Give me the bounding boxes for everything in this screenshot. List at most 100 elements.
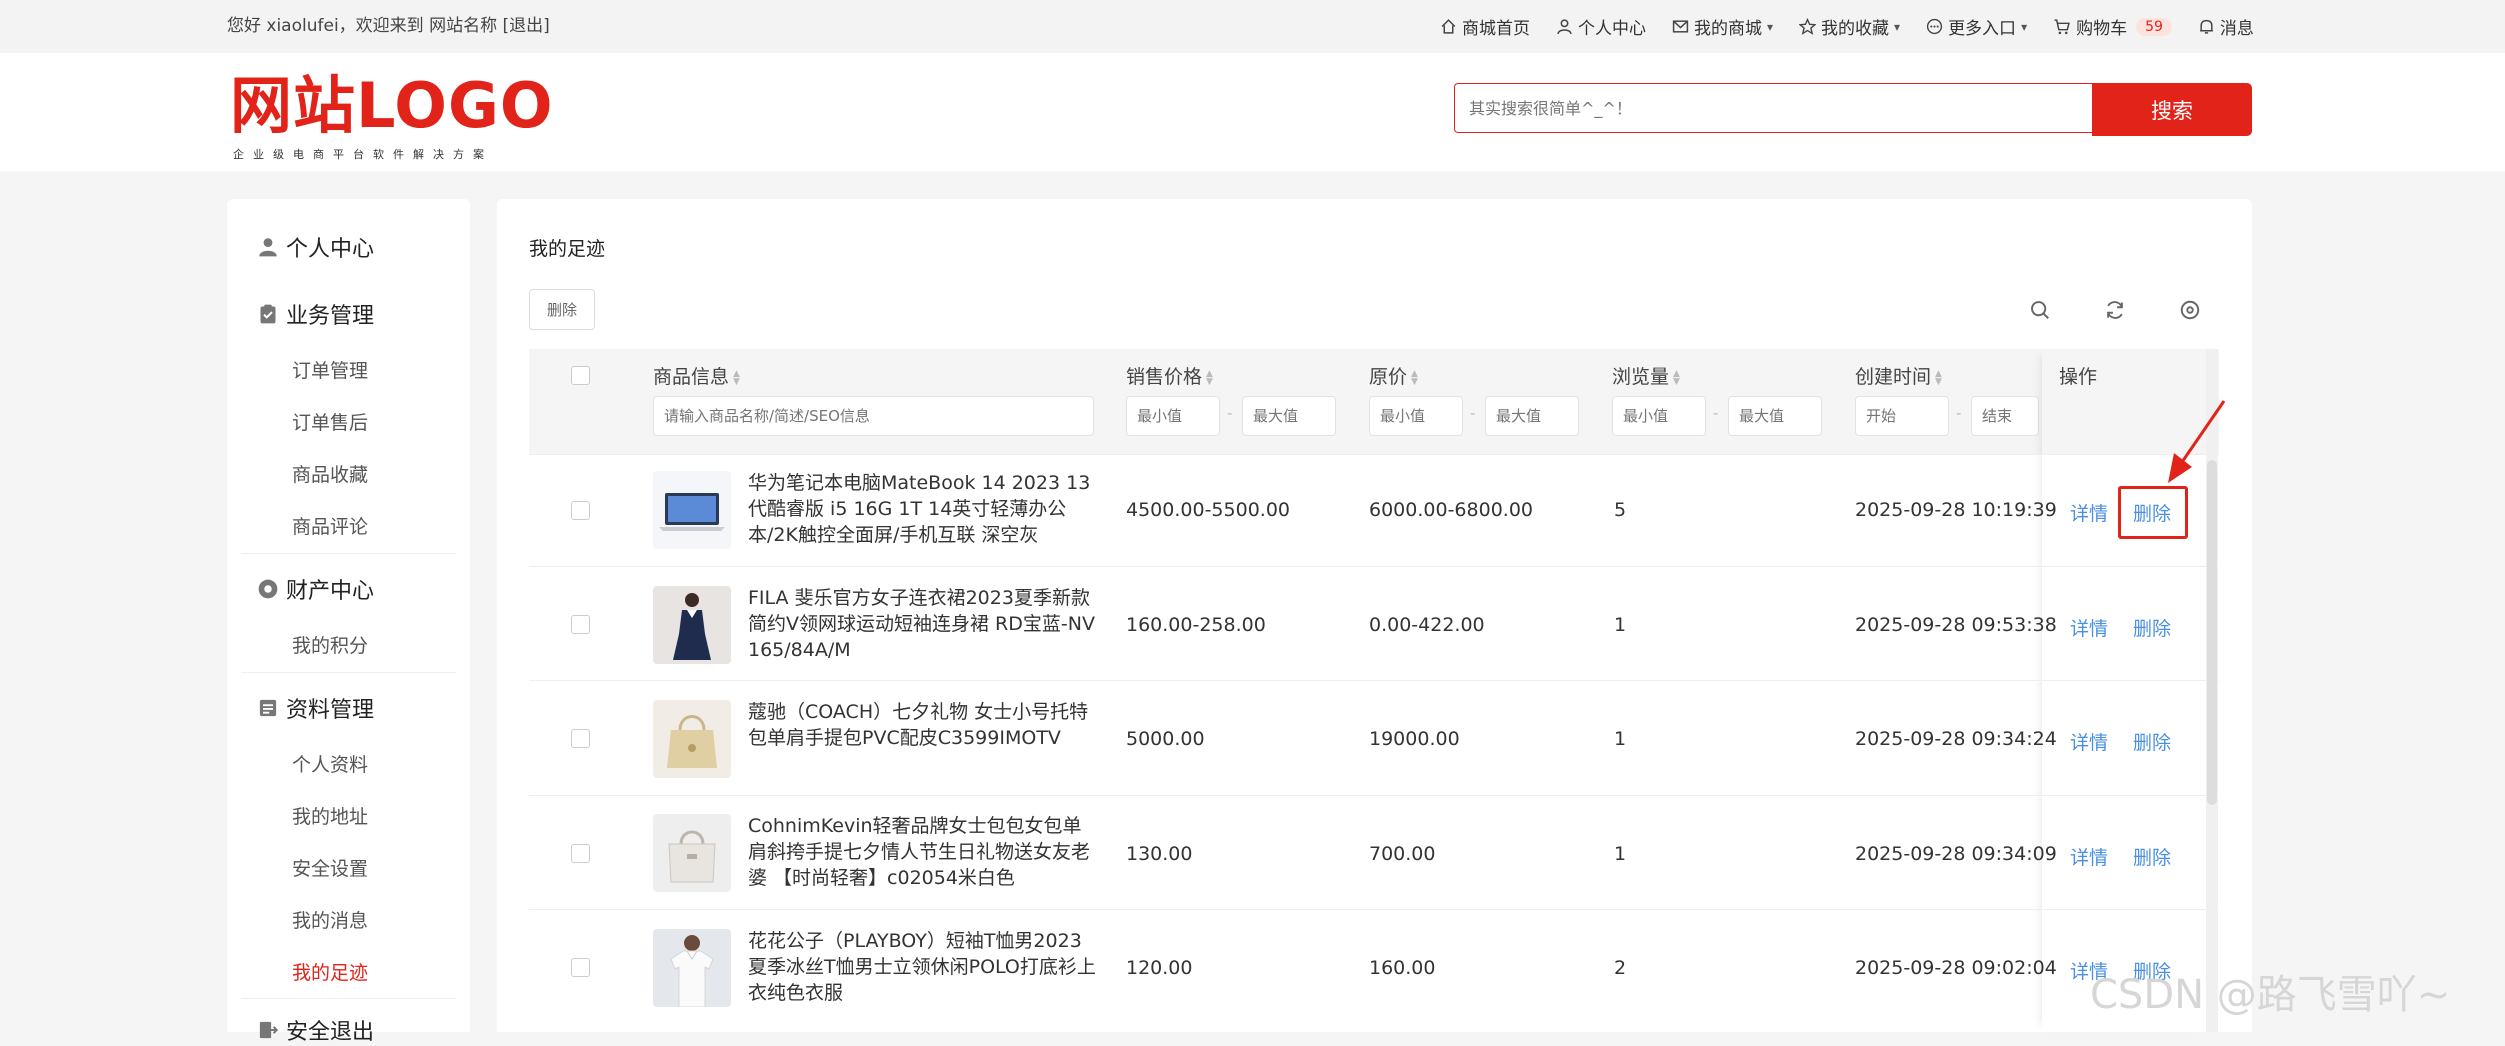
price-max-input[interactable] — [1242, 396, 1336, 436]
row-checkbox[interactable] — [571, 958, 590, 977]
price-min-input[interactable] — [1126, 396, 1220, 436]
column-header-price[interactable]: 销售价格 ▲ ▼ — [1126, 362, 1213, 389]
row-checkbox[interactable] — [571, 615, 590, 634]
top-nav: 商城首页 个人中心 我的商城 ▾ 我的收藏 ▾ 更多入口 ▾ 购物车 59 消息 — [1440, 0, 2254, 53]
top-nav-user-center[interactable]: 个人中心 — [1556, 14, 1646, 39]
product-thumbnail[interactable] — [653, 929, 731, 1007]
column-header-views[interactable]: 浏览量 ▲ ▼ — [1612, 362, 1680, 389]
product-name[interactable]: CohnimKevin轻奢品牌女士包包女包单肩斜挎手提七夕情人节生日礼物送女友老… — [748, 813, 1098, 891]
top-nav-messages-label: 消息 — [2219, 19, 2254, 39]
delete-link[interactable]: 删除 — [2133, 843, 2171, 870]
table-scrollbar-thumb[interactable] — [2207, 460, 2217, 805]
chevron-down-icon: ▾ — [2021, 19, 2028, 34]
site-logo[interactable]: 网站LOGO — [230, 70, 554, 142]
column-header-actions: 操作 — [2059, 366, 2098, 388]
sidebar-section-label: 业务管理 — [286, 304, 375, 329]
row-checkbox[interactable] — [571, 729, 590, 748]
created-time: 2025-09-28 09:53:38 — [1855, 614, 2057, 636]
original-min-input[interactable] — [1369, 396, 1463, 436]
product-name[interactable]: 华为笔记本电脑MateBook 14 2023 13代酷睿版 i5 16G 1T… — [748, 470, 1098, 548]
sidebar-item-addresses[interactable]: 我的地址 — [292, 802, 368, 829]
product-thumbnail[interactable] — [653, 471, 731, 549]
top-bar: 您好 xiaolufei，欢迎来到 网站名称 [退出] 商城首页 个人中心 我的… — [0, 0, 2505, 53]
range-dash: - — [1470, 404, 1476, 422]
coin-icon — [258, 579, 278, 599]
top-nav-messages[interactable]: 消息 — [2198, 14, 2254, 39]
original-max-input[interactable] — [1485, 396, 1579, 436]
goods-filter-input[interactable] — [653, 396, 1094, 436]
top-nav-my-mall[interactable]: 我的商城 ▾ — [1672, 14, 1773, 39]
sidebar-item-points[interactable]: 我的积分 — [292, 631, 368, 658]
sidebar-item-messages[interactable]: 我的消息 — [292, 906, 368, 933]
created-time: 2025-09-28 09:02:04 — [1855, 957, 2057, 979]
sale-price: 4500.00-5500.00 — [1126, 499, 1290, 521]
column-header-goods[interactable]: 商品信息 ▲ ▼ — [653, 362, 740, 389]
range-dash: - — [1956, 404, 1962, 422]
date-end-input[interactable] — [1971, 396, 2039, 436]
sidebar-item-favorites[interactable]: 商品收藏 — [292, 460, 368, 487]
sidebar-section-logout[interactable]: 安全退出 — [258, 1014, 374, 1046]
sidebar-item-personal-info[interactable]: 个人资料 — [292, 750, 368, 777]
batch-delete-button[interactable]: 删除 — [529, 289, 595, 330]
view-count: 1 — [1614, 843, 1627, 865]
sort-icon: ▲ ▼ — [1673, 368, 1680, 387]
detail-link[interactable]: 详情 — [2070, 843, 2108, 870]
search-icon[interactable] — [2029, 299, 2051, 321]
tshirt-image — [670, 935, 714, 1007]
detail-link[interactable]: 详情 — [2070, 614, 2108, 641]
column-header-views-label: 浏览量 — [1612, 366, 1670, 388]
sidebar-section-profile: 资料管理 — [258, 692, 374, 724]
chevron-down-icon: ▾ — [1894, 19, 1901, 34]
sidebar-item-footprints[interactable]: 我的足迹 — [292, 958, 368, 985]
product-thumbnail[interactable] — [653, 586, 731, 664]
detail-link[interactable]: 详情 — [2070, 499, 2108, 526]
product-name[interactable]: 花花公子（PLAYBOY）短袖T恤男2023夏季冰丝T恤男士立领休闲POLO打底… — [748, 928, 1098, 1006]
top-nav-home-label: 商城首页 — [1462, 19, 1530, 39]
sidebar-section-business: 业务管理 — [258, 298, 374, 330]
product-name[interactable]: FILA 斐乐官方女子连衣裙2023夏季新款简约V领网球运动短袖连身裙 RD宝蓝… — [748, 585, 1098, 663]
refresh-icon[interactable] — [2104, 299, 2126, 321]
delete-link[interactable]: 删除 — [2133, 614, 2171, 641]
search-input[interactable] — [1454, 83, 2092, 133]
views-min-input[interactable] — [1612, 396, 1706, 436]
settings-icon[interactable] — [2179, 299, 2201, 321]
detail-link[interactable]: 详情 — [2070, 728, 2108, 755]
column-header-original-label: 原价 — [1369, 366, 1408, 388]
row-checkbox[interactable] — [571, 844, 590, 863]
bell-icon — [2200, 19, 2213, 34]
product-name[interactable]: 蔻驰（COACH）七夕礼物 女士小号托特包单肩手提包PVC配皮C3599IMOT… — [748, 699, 1098, 751]
date-start-input[interactable] — [1855, 396, 1949, 436]
sort-icon: ▲ ▼ — [1411, 368, 1418, 387]
dress-image — [673, 593, 711, 660]
sidebar-item-orders[interactable]: 订单管理 — [292, 356, 368, 383]
sidebar-section-assets: 财产中心 — [258, 573, 374, 605]
top-nav-cart[interactable]: 购物车 59 — [2053, 14, 2172, 39]
views-max-input[interactable] — [1728, 396, 1822, 436]
sale-price: 5000.00 — [1126, 728, 1205, 750]
row-divider — [529, 566, 2219, 567]
sidebar-section-label: 资料管理 — [286, 698, 375, 723]
handbag-image — [667, 715, 717, 768]
sidebar-item-after-sales[interactable]: 订单售后 — [292, 408, 368, 435]
column-header-created[interactable]: 创建时间 ▲ ▼ — [1855, 362, 1942, 389]
delete-link[interactable]: 删除 — [2133, 728, 2171, 755]
column-header-created-label: 创建时间 — [1855, 366, 1932, 388]
sidebar-item-reviews[interactable]: 商品评论 — [292, 512, 368, 539]
product-thumbnail[interactable] — [653, 814, 731, 892]
sidebar-section-user-center[interactable]: 个人中心 — [258, 231, 374, 263]
mail-icon — [1672, 20, 1689, 33]
product-thumbnail[interactable] — [653, 700, 731, 778]
column-header-original[interactable]: 原价 ▲ ▼ — [1369, 362, 1418, 389]
sale-price: 160.00-258.00 — [1126, 614, 1266, 636]
select-all-checkbox[interactable] — [571, 366, 590, 385]
star-icon — [1799, 18, 1817, 35]
search-button[interactable]: 搜索 — [2092, 83, 2252, 136]
row-divider — [529, 680, 2219, 681]
top-nav-home[interactable]: 商城首页 — [1440, 14, 1530, 39]
sort-icon: ▲ ▼ — [1935, 368, 1942, 387]
sidebar-item-security[interactable]: 安全设置 — [292, 854, 368, 881]
page-title: 我的足迹 — [529, 238, 606, 260]
row-checkbox[interactable] — [571, 501, 590, 520]
top-nav-more[interactable]: 更多入口 ▾ — [1926, 14, 2027, 39]
top-nav-favorites[interactable]: 我的收藏 ▾ — [1799, 14, 1900, 39]
